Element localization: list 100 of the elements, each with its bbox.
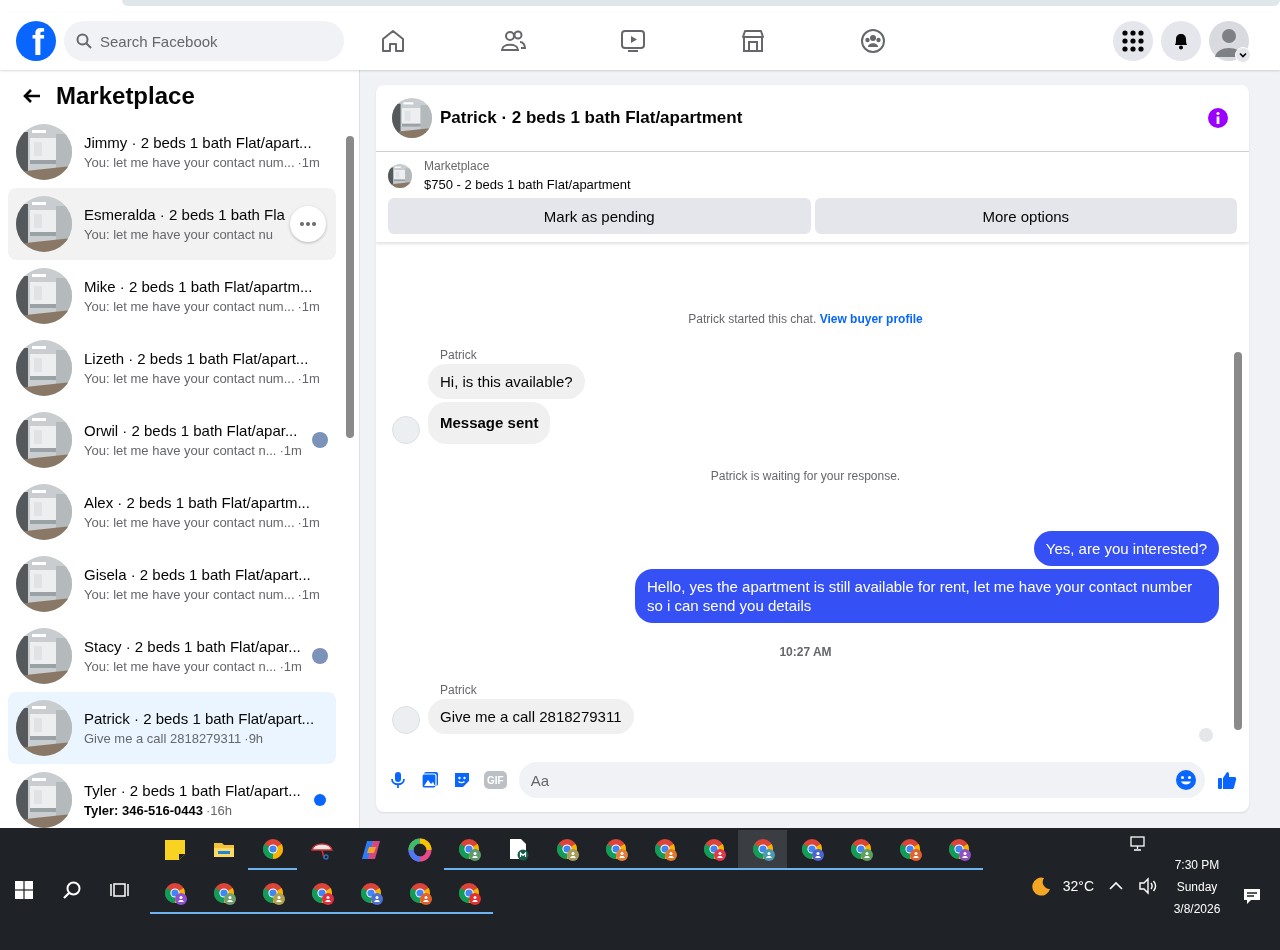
taskbar-button[interactable] xyxy=(738,830,787,870)
notifications-button[interactable] xyxy=(1161,21,1201,61)
browser-profile-icon xyxy=(211,881,236,905)
message-preview: Give me a call 2818279311 xyxy=(84,731,242,746)
message-time: ·1m xyxy=(297,587,320,602)
sender-name: Patrick xyxy=(440,348,478,362)
conversation-item[interactable]: Esmeralda · 2 beds 1 bath Fla You: let me have your contact nu xyxy=(8,188,336,260)
sender-name: Patrick xyxy=(440,683,478,697)
search-field[interactable]: Search Facebook xyxy=(64,21,344,61)
seen-avatar xyxy=(1199,728,1213,742)
facebook-logo[interactable]: f xyxy=(16,21,56,61)
conversation-title: Alex · 2 beds 1 bath Flat/apartm... xyxy=(84,494,311,511)
network-icon[interactable] xyxy=(1130,836,1148,852)
groups-icon xyxy=(859,27,887,55)
conversation-item[interactable]: Patrick · 2 beds 1 bath Flat/apart... Give me a call 2818279311 ·9h xyxy=(8,692,336,764)
home-icon xyxy=(379,27,407,55)
conversation-title: Mike · 2 beds 1 bath Flat/apartm... xyxy=(84,278,314,295)
clock-time[interactable]: 7:30 PM xyxy=(1174,858,1220,872)
message-bubble: Hi, is this available? xyxy=(428,364,585,399)
conversation-title: Jimmy · 2 beds 1 bath Flat/apart... xyxy=(84,134,313,151)
chrome-icon xyxy=(260,837,285,861)
message-timestamp: 10:27 AM xyxy=(778,645,833,659)
message-time: ·1m xyxy=(297,515,320,530)
browser-profile-icon xyxy=(946,837,971,861)
more-button[interactable] xyxy=(290,206,326,242)
conversation-item[interactable]: Mike · 2 beds 1 bath Flat/apartm... You: let me have your contact num... ·1m xyxy=(8,260,336,332)
weather-temperature[interactable]: 32°C xyxy=(1062,878,1094,894)
microphone-button[interactable] xyxy=(388,770,408,790)
more-icon xyxy=(300,222,316,226)
sidebar-title: Marketplace xyxy=(56,82,195,110)
photo-button[interactable] xyxy=(420,770,440,790)
browser-profile-icon xyxy=(456,881,481,905)
browser-profile-icon xyxy=(554,837,579,861)
conversation-item[interactable]: Stacy · 2 beds 1 bath Flat/apar... You: let me have your contact n... ·1m xyxy=(8,620,336,692)
conversation-title: Stacy · 2 beds 1 bath Flat/apar... xyxy=(84,638,300,655)
conversation-title: Gisela · 2 beds 1 bath Flat/apart... xyxy=(84,566,312,583)
chat-title: Patrick · 2 beds 1 bath Flat/apartment xyxy=(440,108,743,128)
browser-profile-icon xyxy=(358,881,383,905)
conversation-item[interactable]: Tyler · 2 beds 1 bath Flat/apart... Tyler: 346-516-0443 ·16h xyxy=(8,764,336,828)
browser-profile-icon xyxy=(848,837,873,861)
message-preview: You: let me have your contact num... xyxy=(84,515,295,530)
browser-profile-icon xyxy=(897,837,922,861)
video-icon xyxy=(619,27,647,55)
emoji-icon[interactable] xyxy=(1175,769,1197,791)
conversation-title: Tyler · 2 beds 1 bath Flat/apart... xyxy=(84,782,302,799)
clock-day[interactable]: Sunday xyxy=(1176,880,1218,894)
browser-profile-icon xyxy=(162,881,187,905)
account-button[interactable] xyxy=(1209,21,1249,61)
message-preview: You: let me have your contact num... xyxy=(84,587,295,602)
message-field[interactable]: Aa xyxy=(518,762,1205,798)
conversation-item[interactable]: Gisela · 2 beds 1 bath Flat/apart... You: let me have your contact num... ·1m xyxy=(8,548,336,620)
message-time: ·1m xyxy=(297,299,320,314)
ring-icon xyxy=(407,838,432,862)
browser-profile-icon xyxy=(456,837,481,861)
message-time: ·1m xyxy=(279,443,302,458)
sender-avatar xyxy=(392,706,420,734)
listing-label: Marketplace xyxy=(424,159,491,173)
listing-action-button[interactable]: Mark as pending xyxy=(388,198,811,234)
browser-profile-icon xyxy=(603,837,628,861)
message-time: ·1m xyxy=(297,155,320,170)
search-icon xyxy=(76,33,92,49)
conversation-title: Esmeralda · 2 beds 1 bath Fla xyxy=(84,206,286,223)
conversation-title: Patrick · 2 beds 1 bath Flat/apart... xyxy=(84,710,316,727)
buyer-profile-link[interactable]: View buyer profile xyxy=(819,312,923,326)
clock-date[interactable]: 3/8/2026 xyxy=(1173,902,1221,916)
message-time: ·16h xyxy=(206,803,233,818)
browser-profile-icon xyxy=(407,881,432,905)
message-time: ·1m xyxy=(279,659,302,674)
browser-profile-icon xyxy=(260,881,285,905)
conversation-item[interactable]: Lizeth · 2 beds 1 bath Flat/apart... You: let me have your contact num... ·1m xyxy=(8,332,336,404)
sender-avatar xyxy=(392,416,420,444)
conversation-title: Orwil · 2 beds 1 bath Flat/apar... xyxy=(84,422,299,439)
message-preview: Tyler: 346-516-0443 xyxy=(84,803,203,818)
listing-action-button[interactable]: More options xyxy=(814,198,1237,234)
browser-profile-icon xyxy=(750,837,775,861)
message-bubble: Hello, yes the apartment is still available for rent, let me have your contact number so i can send you details xyxy=(635,569,1219,623)
message-time: ·1m xyxy=(297,371,320,386)
browser-profile-icon xyxy=(799,837,824,861)
message-preview: You: let me have your contact num... xyxy=(84,155,295,170)
message-preview: You: let me have your contact n... xyxy=(84,443,277,458)
sticker-button[interactable] xyxy=(452,770,472,790)
notification-center-icon[interactable] xyxy=(1242,886,1262,906)
speaker-icon[interactable] xyxy=(1138,876,1158,896)
like-button[interactable] xyxy=(1217,770,1237,790)
moon-icon[interactable] xyxy=(1030,876,1051,896)
search-icon xyxy=(62,880,82,900)
info-icon[interactable] xyxy=(1207,107,1229,129)
message-preview: You: let me have your contact nu xyxy=(84,227,273,242)
message-preview: You: let me have your contact n... xyxy=(84,659,277,674)
menu-icon xyxy=(1122,30,1144,52)
message-bubble: Give me a call 2818279311 xyxy=(428,699,634,734)
conversation-item[interactable]: Jimmy · 2 beds 1 bath Flat/apart... You: let me have your contact num... ·1m xyxy=(8,116,336,188)
message-bubble: Message sent xyxy=(428,402,551,444)
system-message: Patrick started this chat. View buyer profile xyxy=(687,312,924,326)
sticky-note-icon xyxy=(162,838,187,862)
thumbs-up-icon xyxy=(1217,770,1237,790)
menu-button[interactable] xyxy=(1113,21,1153,61)
sticker-icon xyxy=(452,770,472,790)
conversation-item[interactable]: Alex · 2 beds 1 bath Flat/apartm... You: let me have your contact num... ·1m xyxy=(8,476,336,548)
conversation-item[interactable]: Orwil · 2 beds 1 bath Flat/apar... You: let me have your contact n... ·1m xyxy=(8,404,336,476)
